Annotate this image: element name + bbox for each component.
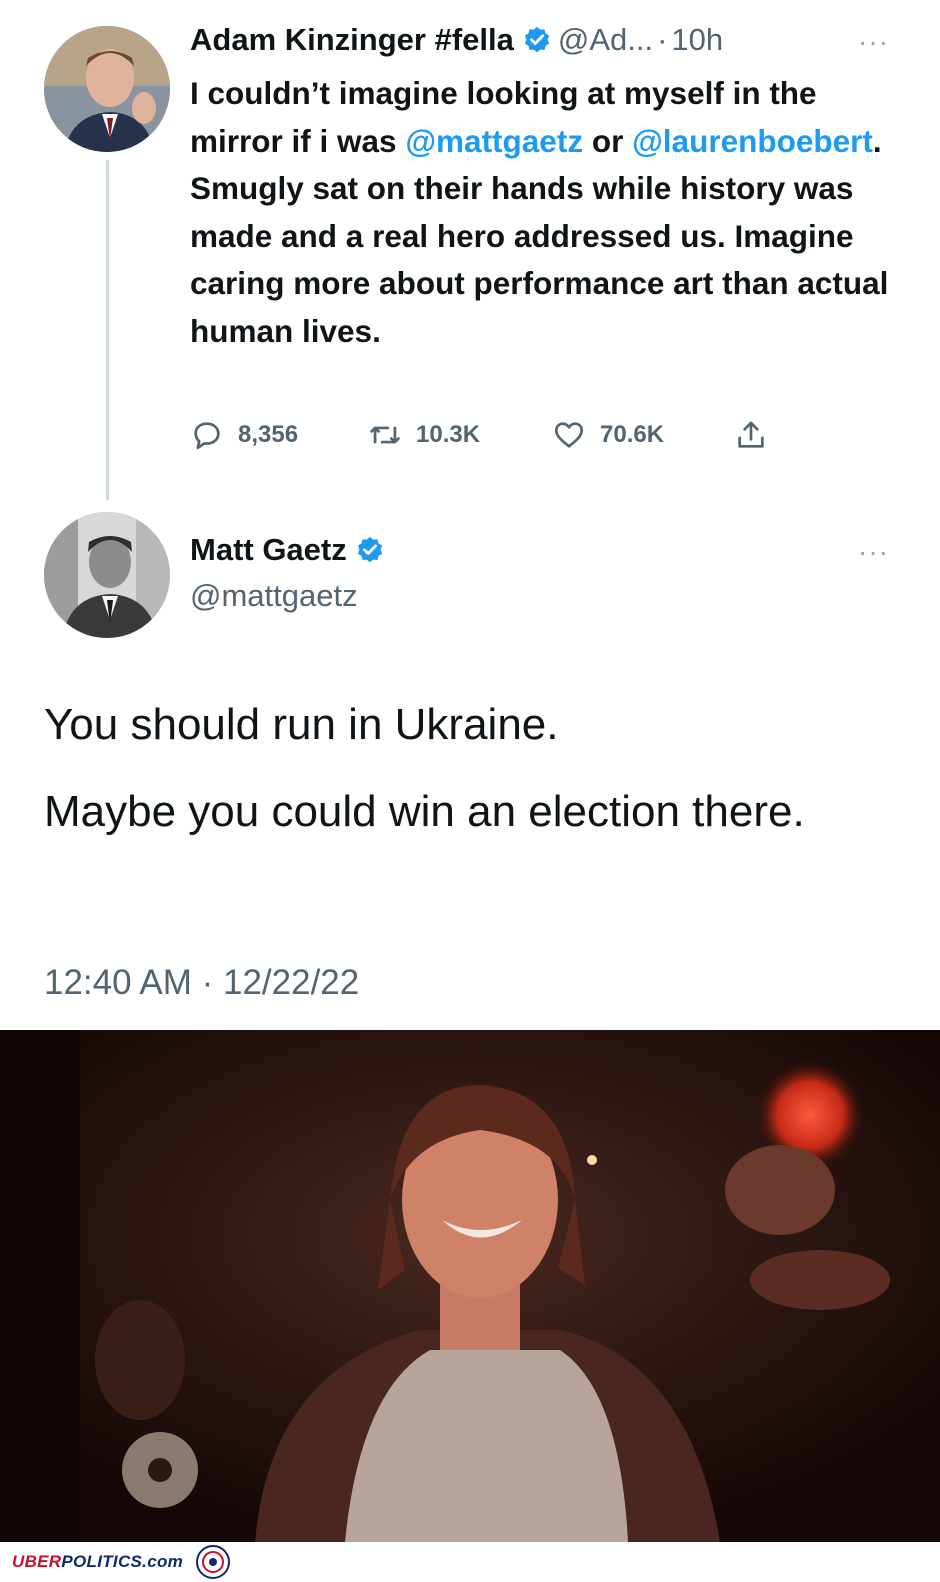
thread-connector-line [106, 160, 109, 500]
like-button[interactable]: 70.6K [552, 418, 664, 452]
like-count: 70.6K [600, 421, 665, 448]
parent-tweet[interactable]: Adam Kinzinger #fella @Ad... · 10h ··· I… [0, 0, 940, 505]
tweet1-time[interactable]: 10h [671, 22, 723, 58]
retweet-count: 10.3K [416, 421, 481, 448]
tweet2-handle[interactable]: @mattgaetz [190, 578, 358, 614]
tweet2-timestamp[interactable]: 12:40 AM · 12/22/22 [44, 963, 359, 1003]
reaction-image [0, 1030, 940, 1542]
heart-icon [554, 422, 584, 448]
verified-badge-icon [357, 536, 382, 563]
tweet1-text: I couldn’t imagine looking at myself in … [190, 70, 910, 355]
reply-count: 8,356 [238, 421, 299, 448]
more-options-icon[interactable]: ··· [858, 26, 889, 58]
tweet1-action-bar: 8,356 10.3K 70.6K [190, 418, 790, 458]
gaetz-avatar[interactable] [44, 512, 170, 638]
mention-mattgaetz[interactable]: @mattgaetz [405, 123, 583, 159]
brand-seal-icon [196, 1545, 230, 1579]
brand-suffix: POLITICS.com [61, 1552, 184, 1571]
reply-button[interactable]: 8,356 [190, 418, 298, 452]
kinzinger-avatar[interactable] [44, 26, 170, 152]
share-icon [738, 421, 764, 448]
tweet2-display-name[interactable]: Matt Gaetz [190, 532, 347, 568]
more-options-icon[interactable]: ··· [858, 536, 889, 568]
tweet2-paragraph: Maybe you could win an election there. [44, 787, 805, 836]
watermark-footer: UBERPOLITICS.com [0, 1542, 940, 1582]
mention-laurenboebert[interactable]: @laurenboebert [632, 123, 873, 159]
retweet-icon [370, 426, 400, 444]
tweet2-header: Matt Gaetz [190, 532, 385, 568]
retweet-button[interactable]: 10.3K [368, 418, 480, 452]
brand-logo-text: UBERPOLITICS.com [12, 1552, 183, 1572]
tweet2-paragraph: You should run in Ukraine. [44, 700, 559, 749]
reply-icon [194, 422, 220, 450]
tweet1-header: Adam Kinzinger #fella @Ad... · 10h [190, 22, 723, 58]
brand-prefix: UBER [12, 1552, 62, 1571]
verified-badge-icon [524, 26, 549, 53]
tweet1-handle[interactable]: @Ad... [558, 22, 653, 58]
tweet1-display-name[interactable]: Adam Kinzinger #fella [190, 22, 514, 58]
tweet1-text-part: or [583, 122, 633, 159]
share-button[interactable] [734, 418, 782, 452]
tweet2-text: You should run in Ukraine. Maybe you cou… [44, 692, 904, 866]
separator-dot: · [657, 22, 668, 57]
